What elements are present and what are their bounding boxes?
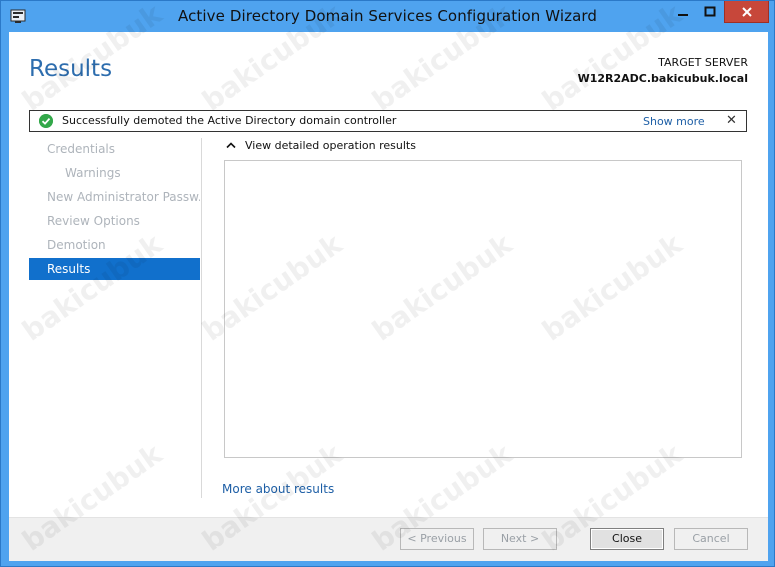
nav-item-results[interactable]: Results <box>29 258 200 280</box>
window-title: Active Directory Domain Services Configu… <box>177 7 597 25</box>
maximize-icon <box>704 6 716 17</box>
close-icon <box>741 6 752 17</box>
target-server-name: W12R2ADC.bakicubuk.local <box>577 72 748 85</box>
chevron-up-icon <box>226 142 236 149</box>
status-notification-bar: Successfully demoted the Active Director… <box>29 110 747 132</box>
more-about-results-link[interactable]: More about results <box>222 482 334 496</box>
expander-label: View detailed operation results <box>245 139 416 152</box>
nav-item-review-options[interactable]: Review Options <box>29 210 200 232</box>
nav-item-new-admin-password[interactable]: New Administrator Passw... <box>29 186 200 208</box>
minimize-button[interactable] <box>670 1 696 23</box>
window-close-button[interactable] <box>724 1 769 23</box>
minimize-icon <box>678 14 688 16</box>
previous-button[interactable]: < Previous <box>400 528 474 550</box>
wizard-footer: < Previous Next > Close Cancel <box>9 517 768 561</box>
close-button[interactable]: Close <box>590 528 664 550</box>
operation-results-textbox[interactable] <box>224 160 742 458</box>
page-title: Results <box>29 56 113 82</box>
wizard-content: Results TARGET SERVER W12R2ADC.bakicubuk… <box>9 32 768 561</box>
success-check-icon <box>39 114 53 128</box>
nav-item-credentials[interactable]: Credentials <box>29 138 200 160</box>
nav-divider <box>201 138 202 498</box>
target-server-label: TARGET SERVER <box>658 56 748 69</box>
wizard-window: Active Directory Domain Services Configu… <box>0 0 775 567</box>
title-bar[interactable]: Active Directory Domain Services Configu… <box>1 1 774 31</box>
wizard-steps-nav: Credentials Warnings New Administrator P… <box>29 138 201 498</box>
notification-message: Successfully demoted the Active Director… <box>62 114 397 127</box>
notification-close-icon[interactable]: ✕ <box>726 113 737 128</box>
maximize-button[interactable] <box>697 1 723 23</box>
nav-item-warnings[interactable]: Warnings <box>29 162 200 184</box>
cancel-button[interactable]: Cancel <box>674 528 748 550</box>
next-button[interactable]: Next > <box>483 528 557 550</box>
show-more-link[interactable]: Show more <box>643 115 705 128</box>
nav-item-demotion[interactable]: Demotion <box>29 234 200 256</box>
